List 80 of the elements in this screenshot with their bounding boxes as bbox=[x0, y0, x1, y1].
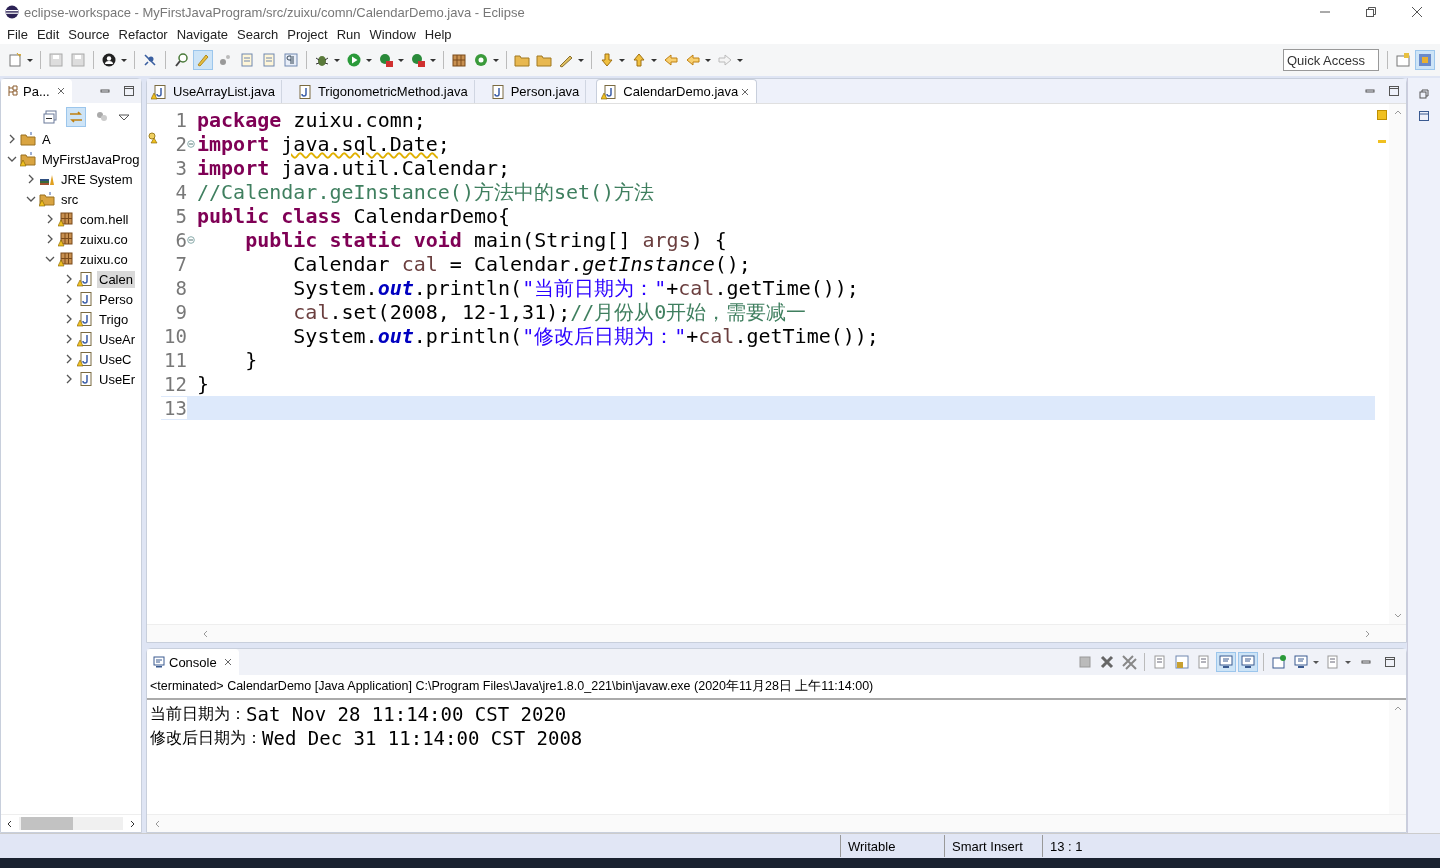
window-title: eclipse-workspace - MyFirstJavaProgram/src/zuixu/comn/CalendarDemo.java - Eclipse bbox=[24, 4, 525, 20]
close-icon[interactable] bbox=[740, 86, 751, 97]
status-field: 13 : 1 bbox=[1042, 835, 1140, 857]
line-number: 8 bbox=[174, 277, 187, 299]
tree-item[interactable]: Calen bbox=[97, 270, 135, 288]
code-line: package zuixu.comn; bbox=[197, 108, 426, 132]
code-line: Calendar cal = Calendar.getInstance(); bbox=[292, 252, 751, 276]
package-explorer-icon bbox=[7, 85, 19, 97]
editor-tab[interactable]: UseArrayList.java bbox=[147, 80, 282, 103]
console-output: 修改后日期为：Wed Dec 31 11:14:00 CST 2008 bbox=[150, 726, 584, 750]
java-perspective-icon[interactable] bbox=[1415, 50, 1435, 70]
code-line: import java.sql.Date; bbox=[197, 132, 450, 156]
tree-item[interactable]: zuixu.co bbox=[78, 230, 130, 248]
menu-item[interactable]: Search bbox=[233, 26, 284, 42]
status-field: Writable bbox=[840, 835, 944, 857]
menu-item[interactable]: Window bbox=[365, 26, 421, 42]
close-icon[interactable] bbox=[55, 86, 66, 96]
line-number: 4 bbox=[174, 181, 187, 203]
scrollbar-thumb[interactable] bbox=[21, 817, 73, 830]
maximize-icon[interactable] bbox=[1384, 656, 1396, 668]
menu-item[interactable]: Source bbox=[64, 26, 115, 42]
line-number: 7 bbox=[174, 253, 187, 275]
code-line: //Calendar.geInstance()方法中的set()方法 bbox=[197, 179, 655, 206]
monitor-icon[interactable] bbox=[1238, 652, 1258, 672]
tree-item[interactable]: zuixu.co bbox=[78, 250, 130, 268]
tree-item[interactable]: Perso bbox=[97, 290, 135, 308]
line-number: 13 bbox=[161, 397, 187, 419]
tree-item[interactable]: src bbox=[59, 190, 81, 208]
paragraph-icon[interactable] bbox=[281, 50, 301, 70]
tree-item[interactable]: JRE System bbox=[59, 170, 135, 188]
tree-item[interactable]: UseAr bbox=[97, 330, 138, 348]
code-line: } bbox=[244, 348, 258, 372]
line-number: 1 bbox=[174, 109, 187, 131]
close-icon[interactable] bbox=[1411, 6, 1423, 18]
outline-icon[interactable] bbox=[1418, 110, 1430, 122]
code-line: public static void main(String[] args) { bbox=[244, 228, 727, 252]
line-number: 5 bbox=[174, 205, 187, 227]
restore-icon[interactable] bbox=[1418, 88, 1430, 100]
editor-tab[interactable]: TrigonometricMethod.java bbox=[291, 80, 475, 103]
collapse-all-icon[interactable] bbox=[40, 107, 60, 127]
code-line: } bbox=[197, 372, 210, 396]
console-icon bbox=[153, 656, 165, 668]
console-output: 当前日期为：Sat Nov 28 11:14:00 CST 2020 bbox=[150, 702, 568, 726]
restore-icon[interactable] bbox=[1365, 6, 1377, 18]
line-number: 6 bbox=[174, 229, 187, 251]
line-number: 9 bbox=[174, 301, 187, 323]
line-number: 3 bbox=[174, 157, 187, 179]
menu-item[interactable]: Help bbox=[420, 26, 457, 42]
maximize-icon[interactable] bbox=[123, 85, 135, 97]
editor-tab[interactable]: CalendarDemo.java bbox=[596, 79, 758, 103]
line-number: 12 bbox=[163, 373, 187, 395]
code-line: public class CalendarDemo{ bbox=[197, 204, 511, 228]
line-number: 10 bbox=[163, 325, 187, 347]
monitor-icon[interactable] bbox=[1216, 652, 1236, 672]
code-line: System.out.println("当前日期为："+cal.getTime()); bbox=[292, 275, 859, 302]
code-line: import java.util.Calendar; bbox=[197, 156, 511, 180]
menu-item[interactable]: Project bbox=[283, 26, 333, 42]
remove-all-icon[interactable] bbox=[1119, 652, 1139, 672]
menu-item[interactable]: File bbox=[3, 26, 33, 42]
tree-item[interactable]: A bbox=[40, 130, 53, 148]
warning-marker bbox=[1377, 110, 1387, 120]
menu-item[interactable]: Navigate bbox=[172, 26, 233, 42]
status-field: Smart Insert bbox=[944, 835, 1042, 857]
menu-item[interactable]: Edit bbox=[32, 26, 65, 42]
console-header: <terminated> CalendarDemo [Java Application] C:\Program Files\Java\jre1.8.0_221\bin\javaw.exe (2020年11月28日 上午11:14:00) bbox=[147, 675, 1406, 700]
line-number: 2 bbox=[174, 133, 187, 155]
eclipse-logo-icon bbox=[5, 5, 19, 19]
tree-item[interactable]: UseC bbox=[97, 350, 134, 368]
close-icon[interactable] bbox=[222, 657, 233, 667]
tree-item[interactable]: MyFirstJavaProg bbox=[40, 150, 141, 168]
editor-tab[interactable]: Person.java bbox=[484, 80, 587, 103]
quick-access-field[interactable]: Quick Access bbox=[1283, 49, 1379, 71]
menu-item[interactable]: Refactor bbox=[114, 26, 173, 42]
warning-marker bbox=[1378, 140, 1386, 143]
tree-item[interactable]: com.hell bbox=[78, 210, 131, 228]
tree-item[interactable]: UseEr bbox=[97, 370, 138, 388]
menu-item[interactable]: Run bbox=[332, 26, 366, 42]
line-number: 11 bbox=[163, 349, 187, 371]
tree-item[interactable]: Trigo bbox=[97, 310, 131, 328]
maximize-icon[interactable] bbox=[1388, 85, 1400, 97]
